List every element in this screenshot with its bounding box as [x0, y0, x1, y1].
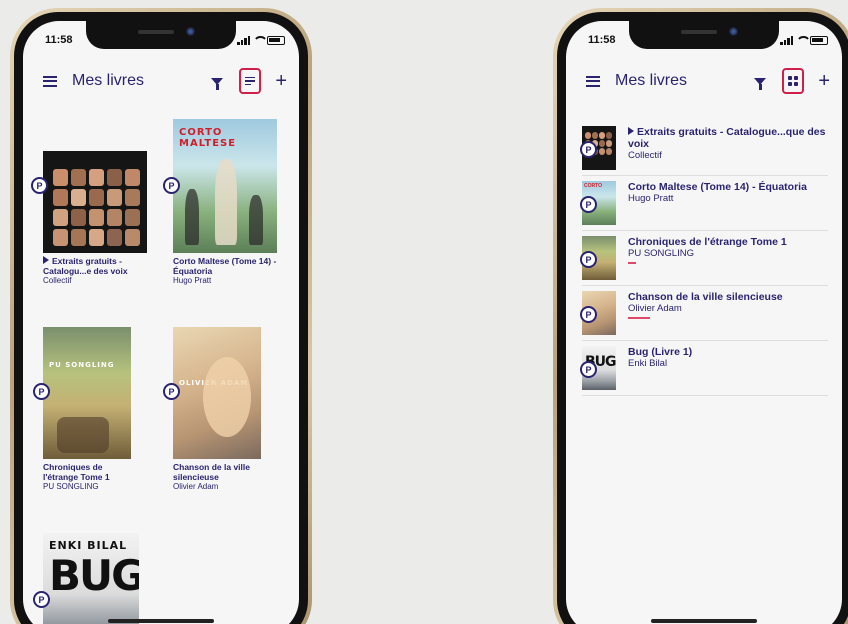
book-card[interactable]: PU SONGLING P Chroniques de l'étrange To… — [33, 327, 131, 492]
wifi-icon — [253, 35, 268, 45]
book-author: Enki Bilal — [628, 358, 668, 369]
hamburger-icon[interactable] — [43, 75, 57, 87]
camera-icon — [729, 27, 738, 36]
signal-icon — [237, 35, 250, 45]
hamburger-icon[interactable] — [586, 75, 600, 87]
p-badge: P — [31, 177, 48, 194]
wifi-icon — [796, 35, 811, 45]
home-indicator[interactable] — [108, 619, 214, 623]
book-cover: CORTO MALTESE — [173, 119, 277, 253]
filter-icon[interactable] — [211, 77, 224, 90]
cover-big-title: BUG — [49, 551, 139, 600]
phone-grid-view: 11:58 Mes livres + P Extraits gratuits -… — [10, 8, 312, 624]
signal-icon — [780, 35, 793, 45]
page-title: Mes livres — [615, 72, 688, 89]
battery-icon — [810, 35, 828, 45]
book-author: Olivier Adam — [628, 303, 682, 314]
book-title: Bug (Livre 1) — [628, 346, 693, 358]
filter-icon[interactable] — [754, 77, 767, 90]
book-title: Chanson de la ville silencieuse — [173, 462, 250, 482]
book-author: PU SONGLING — [43, 482, 99, 491]
p-badge: P — [580, 306, 597, 323]
book-title: Corto Maltese (Tome 14) - Équatoria — [173, 256, 277, 276]
reading-progress-bar — [628, 262, 636, 264]
list-item[interactable]: BUG P Bug (Livre 1) Enki Bilal — [580, 341, 828, 396]
status-time: 11:58 — [588, 34, 616, 46]
book-title: Chroniques de l'étrange Tome 1 — [43, 462, 110, 482]
notch — [629, 21, 779, 49]
p-badge: P — [163, 177, 180, 194]
play-icon — [628, 127, 634, 135]
book-card[interactable]: CORTO MALTESE P Corto Maltese (Tome 14) … — [163, 119, 277, 286]
cover-title: PU SONGLING — [49, 361, 115, 369]
p-badge: P — [580, 141, 597, 158]
app-toolbar: Mes livres + — [566, 61, 842, 101]
list-view-toggle-button[interactable] — [239, 68, 262, 94]
book-title: Chroniques de l'étrange Tome 1 — [628, 236, 787, 248]
p-badge: P — [580, 251, 597, 268]
p-badge: P — [33, 383, 50, 400]
book-cover: OLIVIER ADAM — [173, 327, 261, 459]
phone-bezel: 11:58 Mes livres + P Extraits gratuits -… — [14, 12, 308, 624]
book-author: Collectif — [628, 150, 662, 161]
book-cover: ENKI BILAL BUG — [43, 533, 139, 624]
book-cover — [43, 151, 147, 253]
cover-title: CORTO MALTESE — [179, 127, 237, 149]
list-item[interactable]: CORTO P Corto Maltese (Tome 14) - Équato… — [580, 176, 828, 231]
screen-list-view: 11:58 Mes livres + P Extraits gratuits -… — [566, 21, 842, 624]
book-card[interactable]: P Extraits gratuits - Catalogu...e des v… — [31, 151, 147, 286]
page-title: Mes livres — [72, 72, 145, 89]
book-title: Chanson de la ville silencieuse — [628, 291, 783, 303]
p-badge: P — [580, 196, 597, 213]
book-title: Corto Maltese (Tome 14) - Équatoria — [628, 181, 807, 193]
book-card[interactable]: OLIVIER ADAM P Chanson de la ville silen… — [163, 327, 261, 492]
battery-icon — [267, 35, 285, 45]
list-item[interactable]: P Chanson de la ville silencieuse Olivie… — [580, 286, 828, 341]
book-author: Hugo Pratt — [173, 276, 212, 285]
play-icon — [43, 256, 49, 264]
status-time: 11:58 — [45, 34, 73, 46]
screen-grid-view: 11:58 Mes livres + P Extraits gratuits -… — [23, 21, 299, 624]
book-list: P Extraits gratuits - Catalogue...que de… — [580, 121, 828, 396]
p-badge: P — [580, 361, 597, 378]
p-badge: P — [163, 383, 180, 400]
home-indicator[interactable] — [651, 619, 757, 623]
p-badge: P — [33, 591, 50, 608]
phone-bezel: 11:58 Mes livres + P Extraits gratuits -… — [557, 12, 848, 624]
plus-icon[interactable]: + — [818, 71, 830, 91]
book-cover: PU SONGLING — [43, 327, 131, 459]
phone-list-view: 11:58 Mes livres + P Extraits gratuits -… — [553, 8, 848, 624]
book-grid: P Extraits gratuits - Catalogu...e des v… — [23, 101, 299, 624]
book-author: Hugo Pratt — [628, 193, 674, 204]
notch — [86, 21, 236, 49]
grid-view-icon — [788, 76, 799, 86]
reading-progress-bar — [628, 317, 650, 319]
list-view-icon — [245, 76, 256, 86]
book-title: Extraits gratuits - Catalogu...e des voi… — [43, 256, 128, 276]
grid-view-toggle-button[interactable] — [782, 68, 805, 94]
list-item[interactable]: P Extraits gratuits - Catalogue...que de… — [580, 121, 828, 176]
book-author: Olivier Adam — [173, 482, 219, 491]
book-author: Collectif — [43, 276, 72, 285]
book-title: Extraits gratuits - Catalogue...que des … — [628, 126, 826, 150]
camera-icon — [186, 27, 195, 36]
plus-icon[interactable]: + — [275, 71, 287, 91]
book-card[interactable]: ENKI BILAL BUG P — [33, 533, 139, 624]
book-author: PU SONGLING — [628, 248, 694, 259]
list-item[interactable]: P Chroniques de l'étrange Tome 1 PU SONG… — [580, 231, 828, 286]
app-toolbar: Mes livres + — [23, 61, 299, 101]
